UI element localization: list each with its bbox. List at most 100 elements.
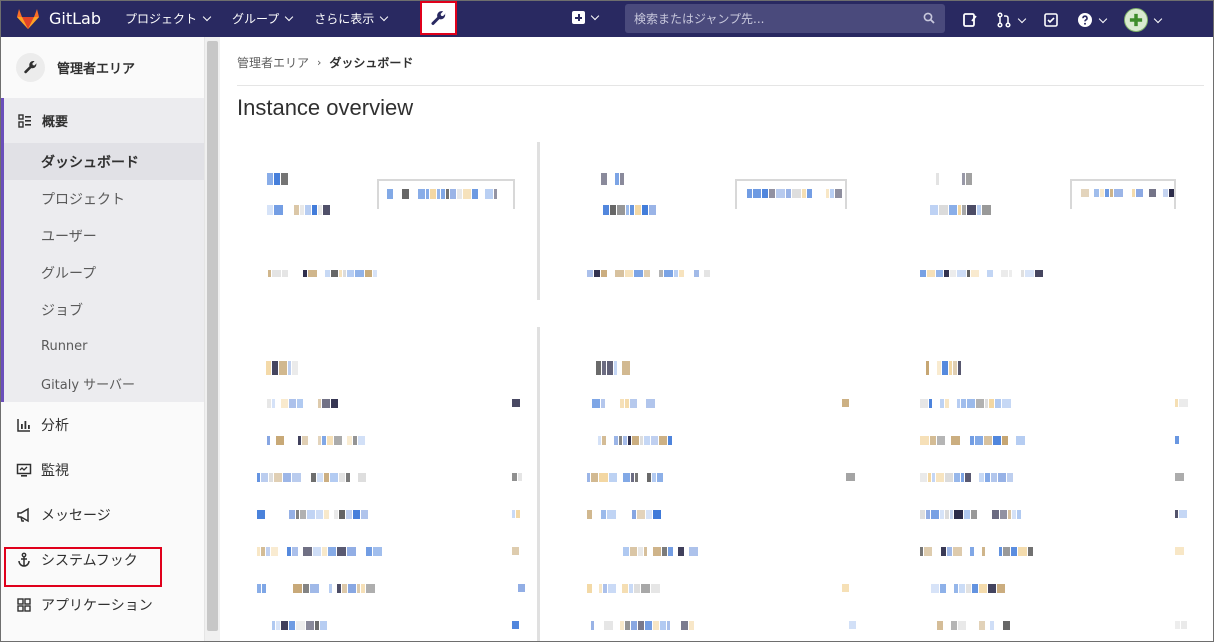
sidebar-item-groups[interactable]: グループ (4, 254, 204, 291)
obscured-row (992, 510, 999, 519)
sidebar-item-monitoring[interactable]: 監視 (0, 447, 204, 492)
chevron-down-icon (285, 12, 294, 22)
obscured-row (951, 621, 957, 630)
obscured-row (607, 510, 616, 519)
sidebar-item-runners[interactable]: Runner (4, 328, 204, 365)
issues-button[interactable] (962, 12, 978, 28)
obscured-row (599, 473, 608, 482)
obscured-row (296, 621, 305, 630)
obscured-row (638, 547, 643, 556)
obscured-row (936, 473, 944, 482)
obscured-value (958, 205, 961, 215)
menu-groups-label: グループ (232, 12, 280, 26)
obscured-row (1008, 510, 1011, 519)
help-button[interactable] (1077, 12, 1108, 28)
merge-requests-button[interactable] (996, 12, 1027, 28)
obscured-row (292, 473, 301, 482)
new-item-dropdown[interactable] (572, 11, 600, 24)
obscured-row (651, 436, 658, 445)
obscured-row (315, 621, 319, 630)
obscured-value (323, 205, 330, 215)
obscured-link (659, 270, 663, 277)
sidebar-item-dashboard[interactable]: ダッシュボード (4, 143, 204, 180)
sidebar-scrollbar[interactable] (205, 37, 220, 642)
sidebar-item-gitaly-servers[interactable]: Gitaly サーバー (4, 365, 204, 402)
obscured-label (267, 173, 273, 185)
obscured-link (920, 270, 926, 277)
obscured-row (646, 399, 655, 408)
search-box[interactable] (625, 4, 945, 33)
obscured-button-text (485, 189, 493, 199)
overview-icon (17, 113, 33, 129)
menu-more[interactable]: さらに表示 (314, 10, 389, 27)
obscured-row (635, 473, 638, 482)
obscured-row (651, 584, 660, 593)
obscured-row (947, 547, 952, 556)
obscured-row (975, 436, 983, 445)
chevron-right-icon: › (317, 56, 322, 69)
chevron-down-icon (590, 11, 600, 21)
obscured-row (990, 621, 994, 630)
sidebar-item-overview[interactable]: 概要 (4, 98, 204, 143)
search-input[interactable] (634, 11, 914, 26)
sidebar-item-applications[interactable]: アプリケーション (0, 582, 204, 627)
obscured-row (361, 510, 368, 519)
obscured-button-text (472, 189, 478, 199)
obscured-row (303, 584, 309, 593)
sidebar-item-projects[interactable]: プロジェクト (4, 180, 204, 217)
obscured-link (1025, 270, 1034, 277)
obscured-link (272, 270, 281, 277)
obscured-button-text (830, 189, 834, 198)
breadcrumb-admin-link[interactable]: 管理者エリア (237, 54, 309, 71)
obscured-row (979, 473, 984, 482)
obscured-button-text (1081, 189, 1089, 197)
sidebar-item-jobs[interactable]: ジョブ (4, 291, 204, 328)
menu-groups[interactable]: グループ (232, 10, 294, 27)
todos-button[interactable] (1043, 12, 1059, 28)
breadcrumb-current[interactable]: ダッシュボード (329, 54, 413, 71)
obscured-heading (953, 361, 957, 375)
sidebar-header[interactable]: 管理者エリア (0, 37, 204, 98)
scrollbar-thumb[interactable] (207, 41, 218, 631)
obscured-row (347, 436, 352, 445)
obscured-button-text (1163, 189, 1168, 197)
obscured-button-text (430, 189, 436, 199)
obscured-button-text (786, 189, 791, 198)
sidebar-item-analytics[interactable]: 分析 (0, 402, 204, 447)
obscured-row (645, 621, 652, 630)
obscured-row (653, 547, 661, 556)
obscured-row (1017, 510, 1021, 519)
obscured-value (274, 205, 283, 215)
sidebar-item-messages[interactable]: メッセージ (0, 492, 204, 537)
obscured-row (298, 436, 301, 445)
gitlab-logo[interactable]: GitLab (16, 8, 101, 30)
overview-section: 概要 ダッシュボード プロジェクト ユーザー グループ ジョブ Runner G… (0, 98, 204, 402)
obscured-row (965, 473, 971, 482)
obscured-row (995, 399, 1001, 408)
obscured-row (653, 510, 661, 519)
obscured-row (266, 547, 270, 556)
sidebar-item-users[interactable]: ユーザー (4, 217, 204, 254)
obscured-row (920, 399, 928, 408)
obscured-row (257, 510, 265, 519)
obscured-row-value (516, 510, 520, 518)
obscured-row (991, 473, 997, 482)
obscured-row (641, 584, 650, 593)
obscured-link (615, 270, 624, 277)
obscured-row (603, 584, 607, 593)
obscured-row (310, 584, 319, 593)
admin-avatar (16, 53, 45, 82)
obscured-button-text (826, 189, 829, 198)
obscured-row (328, 547, 336, 556)
wrench-icon (431, 10, 446, 25)
obscured-link (927, 270, 935, 277)
obscured-row (959, 584, 965, 593)
obscured-row (623, 436, 627, 445)
obscured-row (267, 436, 270, 445)
user-menu[interactable] (1124, 8, 1163, 32)
obscured-row (920, 436, 929, 445)
menu-projects[interactable]: プロジェクト (125, 10, 212, 27)
main-content: 管理者エリア › ダッシュボード Instance overview (237, 37, 1204, 642)
obscured-row (971, 510, 977, 519)
admin-area-button[interactable] (420, 1, 457, 35)
